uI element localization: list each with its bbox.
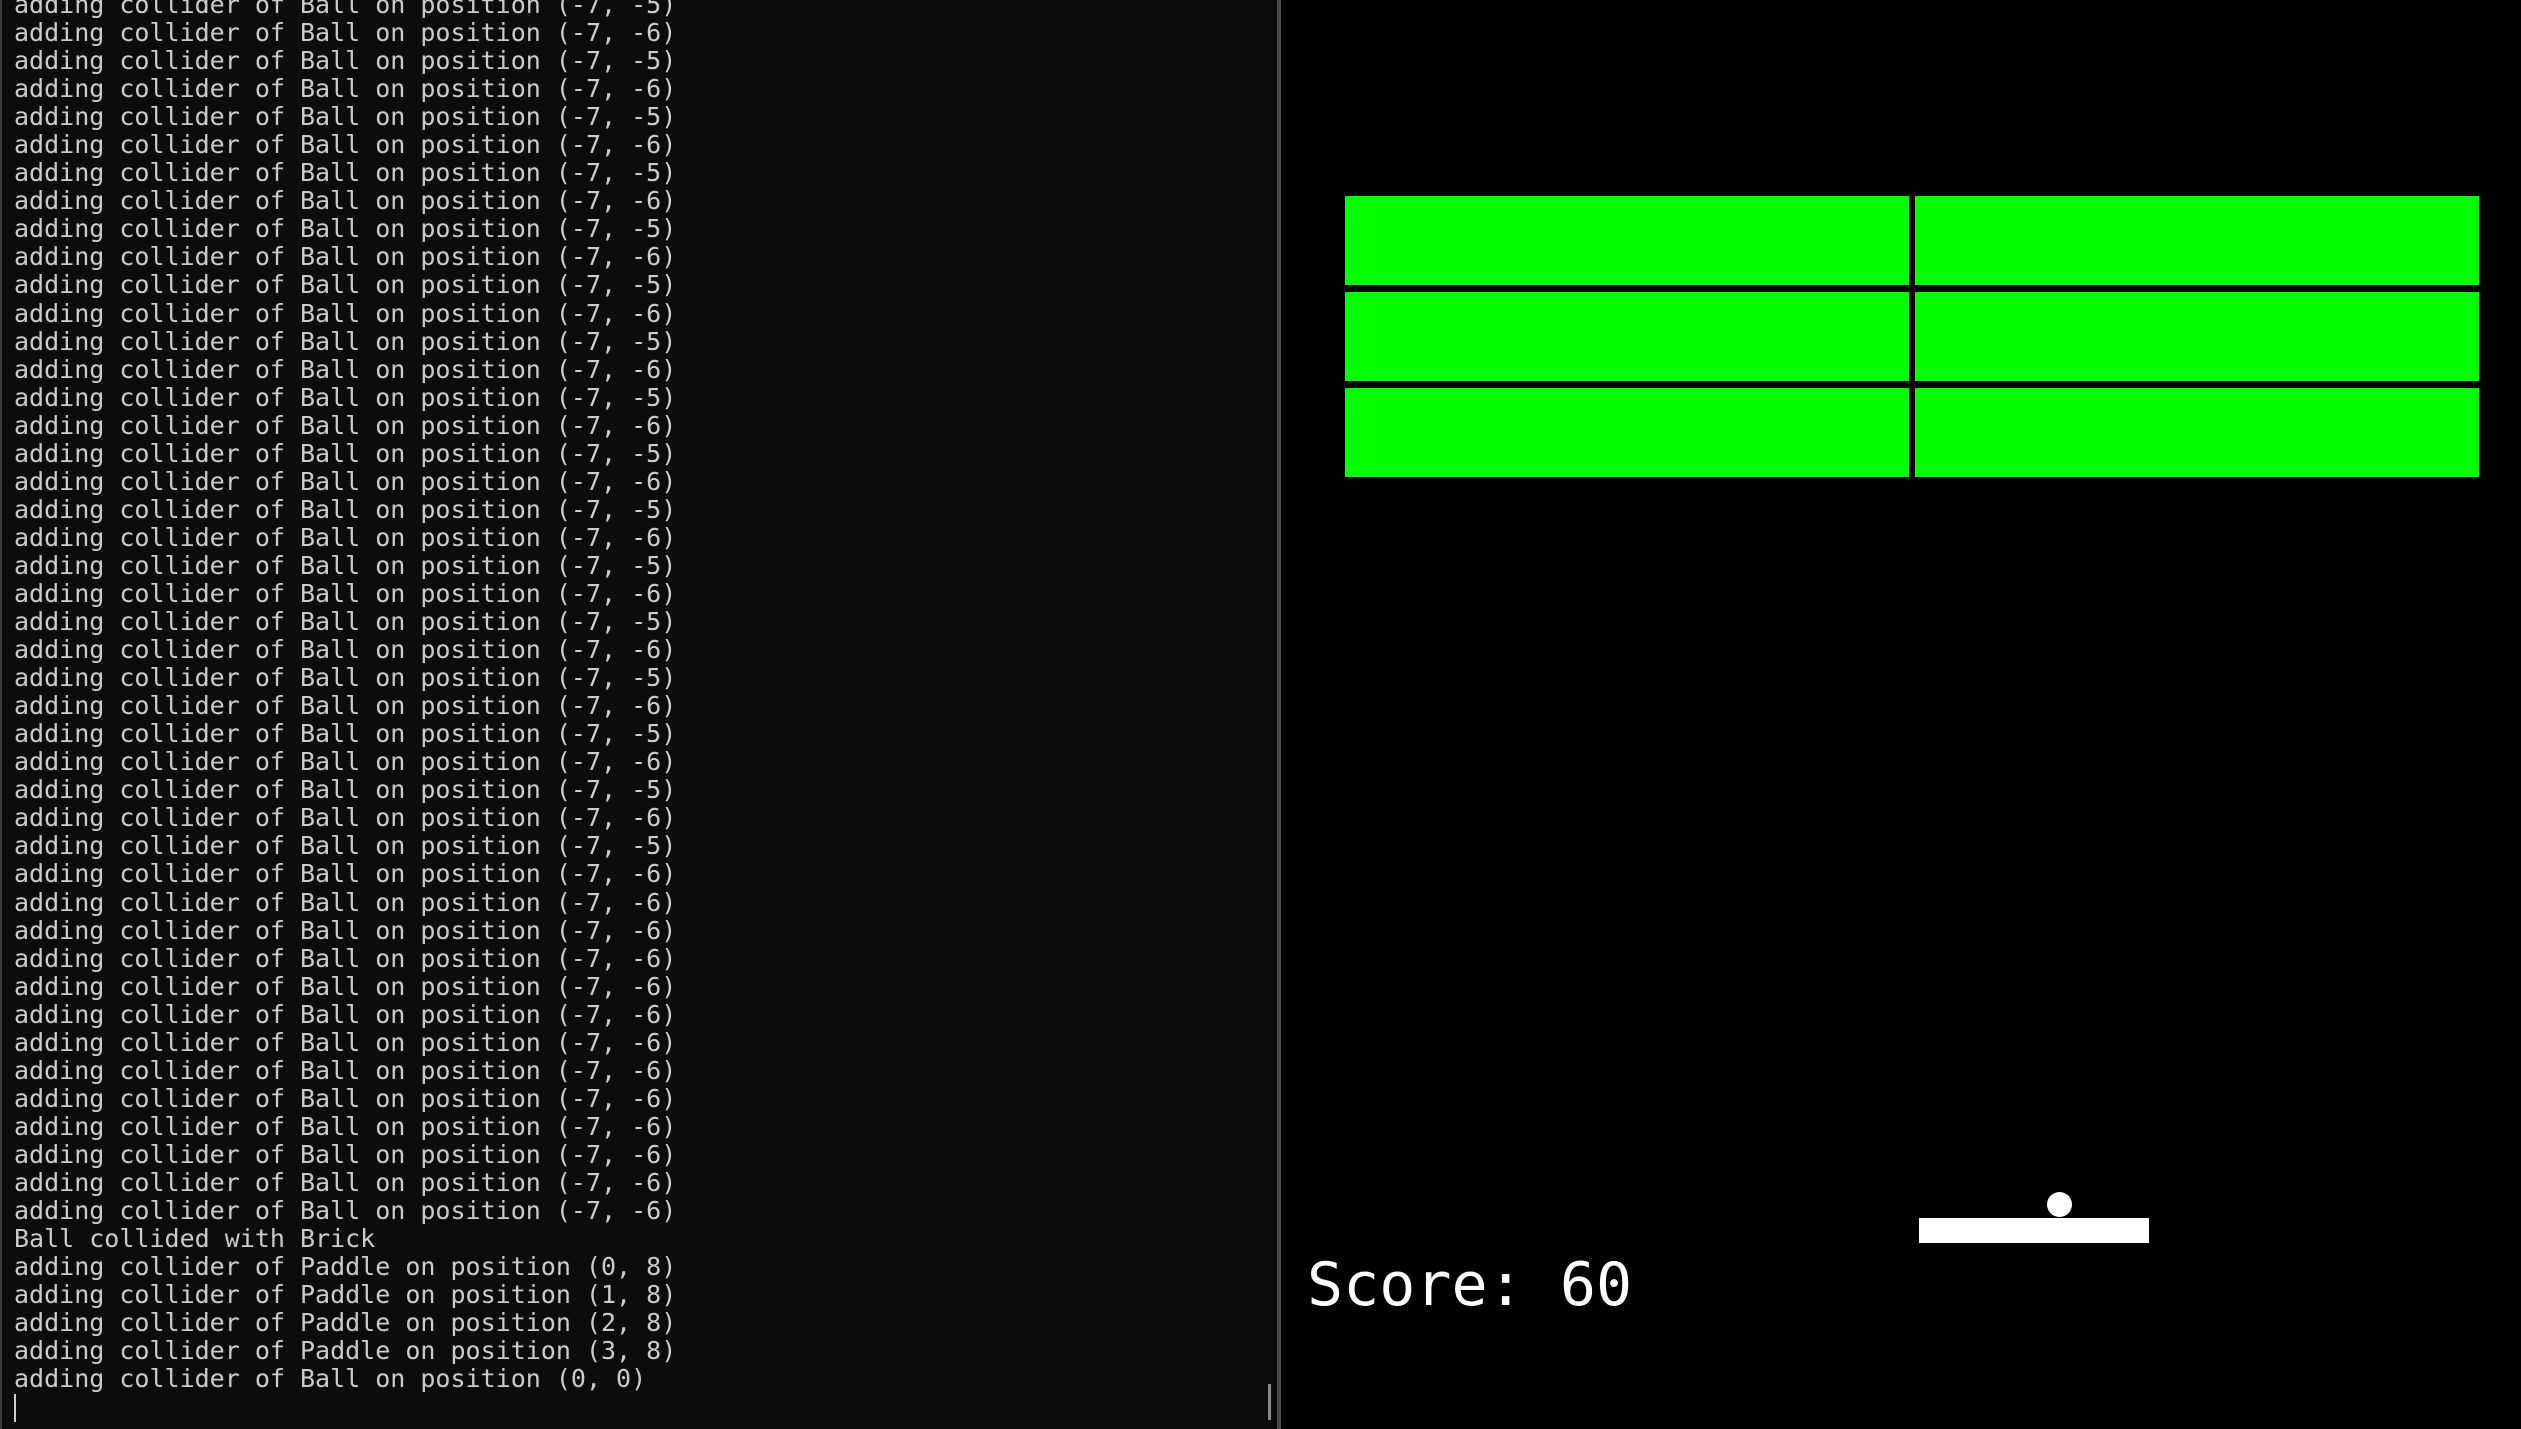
terminal-line: adding collider of Ball on position (-7,… (14, 298, 677, 328)
terminal-line: adding collider of Ball on position (-7,… (14, 214, 677, 244)
terminal-line: adding collider of Ball on position (-7,… (14, 775, 677, 805)
terminal-line: adding collider of Ball on position (-7,… (14, 1139, 677, 1169)
terminal-line: adding collider of Ball on position (-7,… (14, 18, 677, 48)
paddle (1919, 1218, 2149, 1243)
terminal-line: adding collider of Ball on position (-7,… (14, 999, 677, 1029)
brick-row2-col2 (1915, 292, 2479, 381)
terminal-line: adding collider of Ball on position (-7,… (14, 0, 677, 19)
ball (2047, 1192, 2072, 1217)
terminal-line: adding collider of Ball on position (-7,… (14, 130, 677, 160)
terminal-line: adding collider of Ball on position (-7,… (14, 522, 677, 552)
terminal-panel[interactable]: adding collider of Ball on position (-7,… (0, 0, 1277, 1429)
terminal-line: adding collider of Ball on position (-7,… (14, 354, 677, 384)
terminal-line: adding collider of Ball on position (-7,… (14, 46, 677, 76)
terminal-cursor (14, 1394, 16, 1422)
terminal-line: adding collider of Ball on position (-7,… (14, 382, 677, 412)
terminal-line: adding collider of Ball on position (-7,… (14, 747, 677, 777)
terminal-line: adding collider of Ball on position (-7,… (14, 915, 677, 945)
terminal-line: adding collider of Ball on position (-7,… (14, 158, 677, 188)
terminal-line: adding collider of Ball on position (-7,… (14, 1111, 677, 1141)
terminal-line: adding collider of Ball on position (-7,… (14, 859, 677, 889)
terminal-line: adding collider of Ball on position (-7,… (14, 550, 677, 580)
terminal-line: adding collider of Ball on position (0, … (14, 1364, 647, 1394)
terminal-line: adding collider of Paddle on position (3… (14, 1336, 677, 1366)
terminal-line: adding collider of Paddle on position (2… (14, 1308, 677, 1338)
terminal-line: adding collider of Ball on position (-7,… (14, 803, 677, 833)
terminal-line: adding collider of Ball on position (-7,… (14, 438, 677, 468)
terminal-line: adding collider of Ball on position (-7,… (14, 719, 677, 749)
terminal-line: adding collider of Ball on position (-7,… (14, 1027, 677, 1057)
terminal-line: adding collider of Ball on position (-7,… (14, 971, 677, 1001)
score-label: Score: 60 (1307, 1250, 1633, 1320)
brick-row1-col2 (1915, 196, 2479, 285)
terminal-line: adding collider of Ball on position (-7,… (14, 691, 677, 721)
terminal-line: adding collider of Ball on position (-7,… (14, 1196, 677, 1226)
terminal-line: adding collider of Ball on position (-7,… (14, 466, 677, 496)
terminal-line: adding collider of Ball on position (-7,… (14, 578, 677, 608)
terminal-line: adding collider of Ball on position (-7,… (14, 494, 677, 524)
terminal-line: adding collider of Ball on position (-7,… (14, 410, 677, 440)
terminal-line: adding collider of Ball on position (-7,… (14, 242, 677, 272)
brick-row2-col1 (1345, 292, 1909, 381)
brick-row3-col2 (1915, 388, 2479, 477)
terminal-line: adding collider of Ball on position (-7,… (14, 943, 677, 973)
terminal-line: adding collider of Ball on position (-7,… (14, 186, 677, 216)
terminal-line: adding collider of Ball on position (-7,… (14, 326, 677, 356)
terminal-line: adding collider of Ball on position (-7,… (14, 607, 677, 637)
terminal-line: adding collider of Ball on position (-7,… (14, 1055, 677, 1085)
terminal-line: adding collider of Ball on position (-7,… (14, 270, 677, 300)
terminal-log: adding collider of Ball on position (-7,… (14, 0, 676, 1393)
game-canvas[interactable]: Score: 60 (1281, 0, 2521, 1429)
terminal-line: adding collider of Ball on position (-7,… (14, 102, 677, 132)
brick-row1-col1 (1345, 196, 1909, 285)
terminal-line: adding collider of Ball on position (-7,… (14, 1083, 677, 1113)
terminal-line: adding collider of Ball on position (-7,… (14, 663, 677, 693)
terminal-line: Ball collided with Brick (14, 1224, 376, 1254)
terminal-line: adding collider of Ball on position (-7,… (14, 74, 677, 104)
terminal-line: adding collider of Ball on position (-7,… (14, 1167, 677, 1197)
terminal-line: adding collider of Paddle on position (0… (14, 1252, 677, 1282)
brick-row3-col1 (1345, 388, 1909, 477)
terminal-line: adding collider of Paddle on position (1… (14, 1280, 677, 1310)
terminal-scrollbar[interactable] (1268, 1384, 1271, 1420)
terminal-line: adding collider of Ball on position (-7,… (14, 831, 677, 861)
terminal-line: adding collider of Ball on position (-7,… (14, 887, 677, 917)
app-root: adding collider of Ball on position (-7,… (0, 0, 2521, 1429)
terminal-line: adding collider of Ball on position (-7,… (14, 635, 677, 665)
